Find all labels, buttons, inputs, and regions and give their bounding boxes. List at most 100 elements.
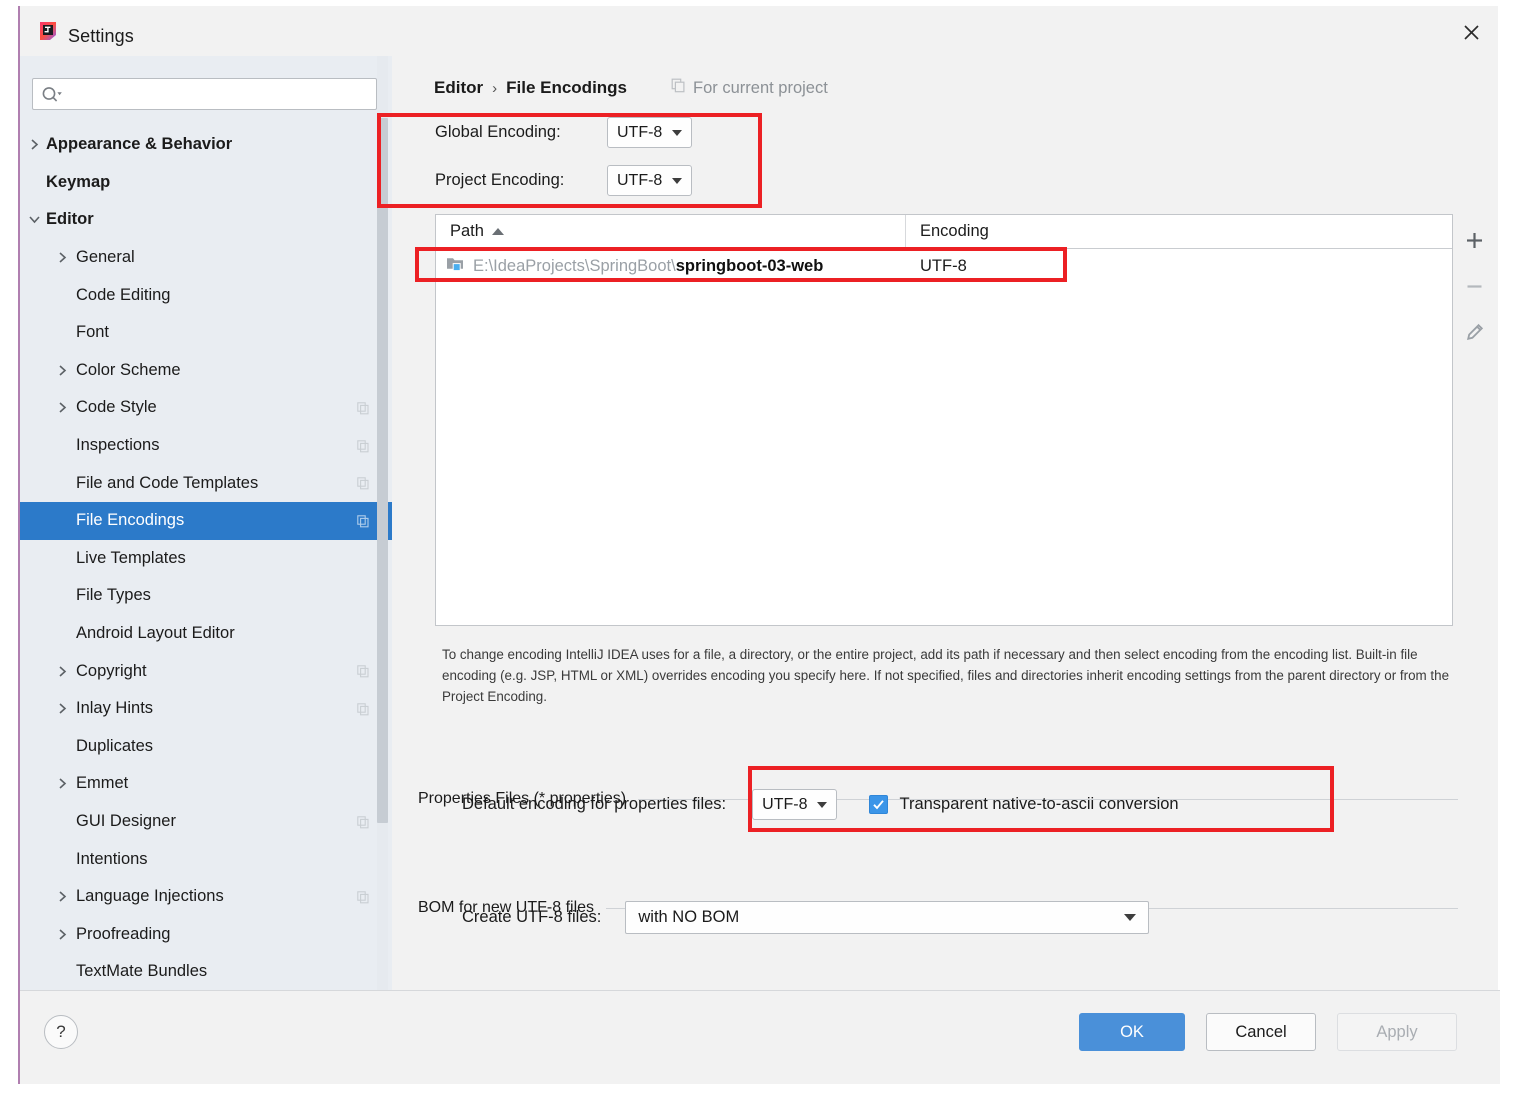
settings-dialog: Settings Appearance & Behavior Keymap Edit… — [18, 6, 1500, 1084]
properties-default-encoding-row: Default encoding for properties files: U… — [462, 789, 1179, 820]
remove-button[interactable] — [1460, 272, 1488, 300]
sidebar-item-label: General — [76, 248, 135, 267]
close-icon[interactable] — [1454, 18, 1488, 46]
sidebar-item-file-types[interactable]: File Types — [20, 577, 392, 615]
transparent-conversion-checkbox[interactable] — [869, 795, 889, 814]
sidebar-item-copyright[interactable]: Copyright — [20, 652, 392, 690]
create-utf8-files-label: Create UTF-8 files: — [462, 908, 602, 926]
sidebar-item-file-encodings[interactable]: File Encodings — [20, 501, 392, 540]
sidebar-item-textmate-bundles[interactable]: TextMate Bundles — [20, 953, 392, 991]
edit-button[interactable] — [1460, 318, 1488, 346]
column-header-encoding[interactable]: Encoding — [906, 215, 1452, 248]
sidebar-item-label: Font — [76, 323, 110, 342]
sidebar-item-label: TextMate Bundles — [76, 962, 208, 981]
sidebar-scrollbar-thumb[interactable] — [377, 118, 388, 823]
project-encoding-label: Project Encoding: — [435, 171, 565, 189]
table-row[interactable]: E:\IdeaProjects\SpringBoot\springboot-03… — [436, 249, 1452, 283]
add-button[interactable] — [1460, 226, 1488, 254]
chevron-down-icon — [672, 177, 683, 184]
chevron-right-icon[interactable] — [54, 665, 70, 678]
chevron-right-icon[interactable] — [54, 777, 70, 790]
chevron-right-icon[interactable] — [54, 928, 70, 941]
apply-button[interactable]: Apply — [1337, 1013, 1457, 1051]
sidebar-item-code-style[interactable]: Code Style — [20, 389, 392, 427]
sidebar-item-file-and-code-templates[interactable]: File and Code Templates — [20, 464, 392, 502]
breadcrumb-current: File Encodings — [506, 78, 628, 97]
project-encoding-dropdown[interactable]: UTF-8 — [607, 165, 693, 196]
sidebar-item-duplicates[interactable]: Duplicates — [20, 728, 392, 766]
project-encoding-value: UTF-8 — [617, 171, 663, 189]
sidebar-item-appearance-behavior[interactable]: Appearance & Behavior — [20, 126, 392, 164]
chevron-down-icon — [1124, 914, 1137, 921]
sidebar-item-label: Keymap — [46, 172, 111, 191]
ok-button[interactable]: OK — [1079, 1013, 1185, 1051]
sidebar-item-language-injections[interactable]: Language Injections — [20, 878, 392, 916]
sidebar-item-general[interactable]: General — [20, 239, 392, 277]
sidebar-item-label: Proofreading — [76, 924, 171, 943]
sidebar-item-editor[interactable]: Editor — [20, 201, 392, 239]
search-icon — [41, 85, 63, 105]
chevron-right-icon[interactable] — [54, 702, 70, 715]
intellij-idea-icon — [37, 20, 59, 42]
sidebar-item-label: Duplicates — [76, 736, 154, 755]
breadcrumb-parent[interactable]: Editor — [434, 78, 483, 98]
global-encoding-label: Global Encoding: — [435, 123, 561, 141]
encodings-table: Path Encoding E:\IdeaProjects\SpringBoot… — [435, 214, 1453, 626]
create-utf8-files-value: with NO BOM — [638, 908, 740, 926]
dialog-titlebar: Settings — [20, 6, 1498, 56]
breadcrumb-separator: › — [492, 79, 498, 97]
sidebar-item-code-editing[interactable]: Code Editing — [20, 276, 392, 314]
chevron-right-icon[interactable] — [54, 251, 70, 264]
sidebar-item-label: File Encodings — [76, 511, 185, 530]
sidebar-item-label: Inspections — [76, 436, 160, 455]
chevron-right-icon[interactable] — [54, 364, 70, 377]
global-encoding-dropdown[interactable]: UTF-8 — [607, 117, 693, 148]
sidebar-item-label: GUI Designer — [76, 811, 176, 830]
help-button[interactable]: ? — [44, 1015, 78, 1049]
sidebar-item-android-layout-editor[interactable]: Android Layout Editor — [20, 615, 392, 653]
sidebar-item-color-scheme[interactable]: Color Scheme — [20, 352, 392, 390]
sort-ascending-icon — [491, 228, 504, 235]
column-header-path[interactable]: Path — [436, 215, 906, 248]
sidebar-item-label: Language Injections — [76, 887, 224, 906]
sidebar-item-intentions[interactable]: Intentions — [20, 840, 392, 878]
global-encoding-value: UTF-8 — [617, 123, 663, 141]
sidebar-item-label: Copyright — [76, 661, 147, 680]
settings-main-panel: Editor › File Encodings For current proj… — [392, 56, 1498, 1016]
dialog-footer: ? OK Cancel Apply — [20, 990, 1500, 1084]
create-utf8-files-row: Create UTF-8 files: with NO BOM — [462, 901, 1150, 934]
chevron-right-icon[interactable] — [54, 890, 70, 903]
search-box[interactable] — [32, 78, 377, 111]
chevron-right-icon[interactable] — [54, 401, 70, 414]
table-cell-path: E:\IdeaProjects\SpringBoot\springboot-03… — [436, 255, 906, 277]
chevron-right-icon[interactable] — [26, 138, 42, 151]
sidebar-item-live-templates[interactable]: Live Templates — [20, 540, 392, 578]
table-cell-path-prefix: E:\IdeaProjects\SpringBoot\ — [473, 256, 676, 275]
dialog-title: Settings — [68, 26, 134, 46]
sidebar-item-label: Code Editing — [76, 285, 171, 304]
properties-encoding-dropdown[interactable]: UTF-8 — [752, 789, 838, 820]
global-encoding-row: Global Encoding: UTF-8 — [435, 117, 693, 148]
sidebar-item-gui-designer[interactable]: GUI Designer — [20, 803, 392, 841]
copy-icon — [357, 439, 370, 453]
chevron-down-icon[interactable] — [26, 214, 42, 225]
sidebar-item-font[interactable]: Font — [20, 314, 392, 352]
check-icon — [873, 800, 885, 810]
sidebar-item-label: Appearance & Behavior — [46, 135, 233, 154]
sidebar-item-keymap[interactable]: Keymap — [20, 164, 392, 202]
sidebar-item-inspections[interactable]: Inspections — [20, 427, 392, 465]
cancel-button[interactable]: Cancel — [1206, 1013, 1316, 1051]
module-folder-icon — [446, 255, 465, 277]
create-utf8-files-dropdown[interactable]: with NO BOM — [625, 901, 1150, 934]
scope-note-label: For current project — [693, 78, 828, 97]
table-cell-encoding[interactable]: UTF-8 — [906, 257, 1452, 276]
column-header-path-label: Path — [450, 222, 484, 240]
chevron-down-icon — [817, 801, 828, 808]
sidebar-item-emmet[interactable]: Emmet — [20, 765, 392, 803]
sidebar-item-inlay-hints[interactable]: Inlay Hints — [20, 690, 392, 728]
search-input[interactable] — [67, 79, 371, 111]
sidebar-item-label: Editor — [46, 210, 94, 229]
copy-icon — [357, 664, 370, 678]
sidebar-item-proofreading[interactable]: Proofreading — [20, 915, 392, 953]
scope-note: For current project — [671, 78, 828, 98]
